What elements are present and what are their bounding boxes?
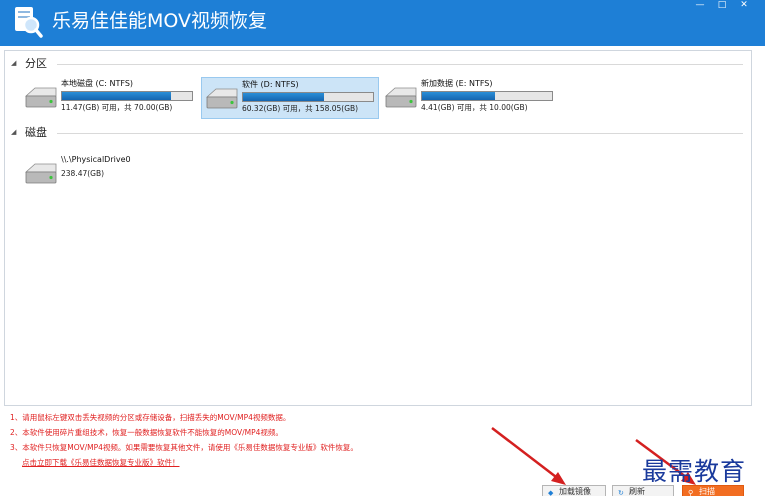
- close-button[interactable]: ✕: [734, 0, 754, 12]
- group-divider: [57, 64, 743, 65]
- annotation-arrowhead: [551, 472, 566, 485]
- scan-label: 扫描: [699, 487, 715, 496]
- app-title: 乐易佳佳能MOV视频恢复: [52, 10, 268, 32]
- maximize-button[interactable]: □: [712, 0, 732, 12]
- partition-item-e[interactable]: 新加数据 (E: NTFS) 4.41(GB) 可用，共 10.00(GB): [381, 77, 557, 119]
- hint-line: 2、本软件使用碎片重组技术，恢复一般数据恢复软件不能恢复的MOV/MP4视频。: [10, 428, 283, 437]
- usage-bar-fill: [243, 93, 324, 101]
- usage-bar: [61, 91, 193, 101]
- partition-name: 软件 (D: NTFS): [242, 80, 299, 89]
- minimize-button[interactable]: —: [690, 0, 710, 12]
- load-image-button[interactable]: ◆ 加载镜像: [542, 485, 606, 496]
- watermark-text: 最需教育: [642, 457, 747, 486]
- partition-size: 4.41(GB) 可用，共 10.00(GB): [421, 103, 528, 112]
- load-image-icon: ◆: [548, 489, 554, 496]
- partition-item-c[interactable]: 本地磁盘 (C: NTFS) 11.47(GB) 可用，共 70.00(GB): [21, 77, 197, 119]
- collapse-arrow-icon[interactable]: ◢: [11, 128, 16, 136]
- group-disk[interactable]: ◢ 磁盘: [5, 126, 745, 142]
- device-list-panel: ◢ 分区 本地磁盘 (C: NTFS) 11.47(GB) 可用，共 70.00…: [4, 50, 752, 406]
- group-disk-label: 磁盘: [25, 126, 47, 139]
- usage-bar-fill: [422, 92, 495, 100]
- download-link[interactable]: 点击立即下载《乐易佳数据恢复专业版》软件！: [22, 455, 510, 470]
- partition-name: 本地磁盘 (C: NTFS): [61, 79, 134, 88]
- hint-area: 1、请用鼠标左键双击丢失视频的分区或存储设备，扫描丢失的MOV/MP4视频数据。…: [10, 410, 510, 470]
- scan-icon: ⚲: [688, 489, 694, 496]
- group-divider: [57, 133, 743, 134]
- disk-name: \\.\PhysicalDrive0: [61, 155, 131, 164]
- partition-size: 60.32(GB) 可用，共 158.05(GB): [242, 104, 359, 113]
- disk-item-physicaldrive0[interactable]: \\.\PhysicalDrive0 238.47(GB): [21, 153, 197, 195]
- hint-line: 3、本软件只恢复MOV/MP4视频。如果需要恢复其他文件，请使用《乐易佳数据恢复…: [10, 443, 358, 452]
- hint-line: 1、请用鼠标左键双击丢失视频的分区或存储设备，扫描丢失的MOV/MP4视频数据。: [10, 413, 291, 422]
- partition-name: 新加数据 (E: NTFS): [421, 79, 493, 88]
- usage-bar: [421, 91, 553, 101]
- disk-size: 238.47(GB): [61, 169, 105, 178]
- hard-drive-icon: [384, 87, 417, 108]
- usage-bar: [242, 92, 374, 102]
- group-partition[interactable]: ◢ 分区: [5, 57, 745, 73]
- group-partition-label: 分区: [25, 57, 47, 70]
- hard-drive-icon: [24, 87, 57, 108]
- hard-drive-icon: [205, 88, 238, 109]
- app-magnifier-icon: [15, 7, 43, 38]
- title-bar: 乐易佳佳能MOV视频恢复 — □ ✕: [0, 0, 765, 46]
- refresh-label: 刷新: [629, 487, 645, 496]
- hard-drive-icon: [24, 163, 57, 184]
- partition-size: 11.47(GB) 可用，共 70.00(GB): [61, 103, 173, 112]
- usage-bar-fill: [62, 92, 172, 100]
- load-image-label: 加载镜像: [559, 487, 591, 496]
- partition-item-d[interactable]: 软件 (D: NTFS) 60.32(GB) 可用，共 158.05(GB): [201, 77, 379, 119]
- refresh-icon: ↻: [618, 489, 624, 496]
- collapse-arrow-icon[interactable]: ◢: [11, 59, 16, 67]
